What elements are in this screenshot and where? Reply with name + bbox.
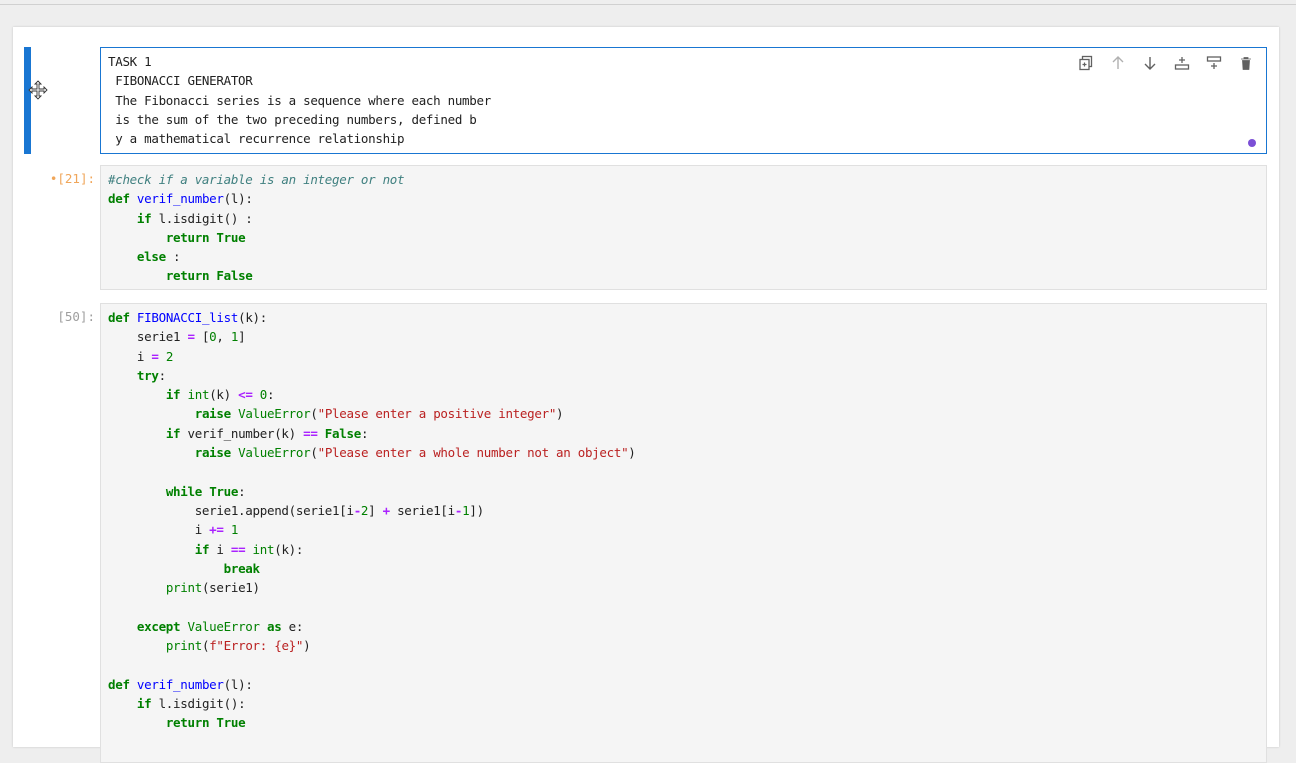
code-editor[interactable]: #check if a variable is an integer or no…: [100, 165, 1267, 290]
code-cell-50[interactable]: [50]: def FIBONACCI_list(k): serie1 = [0…: [13, 303, 1279, 763]
notebook-panel: TASK 1 FIBONACCI GENERATOR The Fibonacci…: [13, 27, 1279, 763]
code-line: return True: [165, 229, 246, 245]
code-line: if int(k) <= 0:: [165, 387, 275, 403]
code-line: raise ValueError("Please enter a whole n…: [194, 445, 636, 461]
code-line: serie1 = [0, 1]: [108, 329, 246, 345]
code-editor[interactable]: def FIBONACCI_list(k): serie1 = [0, 1] i…: [100, 303, 1267, 763]
move-cursor-icon: [28, 80, 48, 100]
code-source[interactable]: def FIBONACCI_list(k): serie1 = [0, 1] i…: [101, 304, 1266, 735]
code-line: is the sum of the two preceding numbers,…: [108, 111, 477, 127]
code-line: TASK 1: [108, 54, 152, 69]
move-down-icon[interactable]: [1134, 52, 1166, 74]
code-line: FIBONACCI GENERATOR: [108, 73, 253, 89]
code-line: i = 2: [108, 348, 174, 364]
code-line: def FIBONACCI_list(k):: [108, 310, 267, 325]
delete-icon[interactable]: [1230, 52, 1262, 74]
top-divider: [0, 4, 1296, 5]
cell-toolbar: [1070, 52, 1262, 74]
execution-prompt: •[21]:: [49, 171, 95, 186]
markdown-cell[interactable]: TASK 1 FIBONACCI GENERATOR The Fibonacci…: [13, 47, 1279, 154]
code-line: if i == int(k):: [194, 541, 304, 557]
execution-prompt: [50]:: [57, 309, 95, 324]
code-line: raise ValueError("Please enter a positiv…: [194, 406, 564, 422]
move-up-icon[interactable]: [1102, 52, 1134, 74]
code-line: if verif_number(k) == False:: [165, 425, 369, 441]
code-line: return True: [165, 715, 246, 731]
code-line: def verif_number(l):: [108, 191, 253, 207]
code-line: else :: [136, 249, 181, 265]
insert-above-icon[interactable]: [1166, 52, 1198, 74]
code-line: #check if a variable is an integer or no…: [108, 172, 405, 187]
code-line: break: [223, 560, 260, 576]
markdown-editor[interactable]: TASK 1 FIBONACCI GENERATOR The Fibonacci…: [100, 47, 1267, 154]
duplicate-icon[interactable]: [1070, 52, 1102, 74]
cell-collapser[interactable]: [24, 47, 31, 154]
code-line: y a mathematical recurrence relationship: [108, 131, 405, 147]
code-line: print(serie1): [165, 580, 260, 596]
code-cell-21[interactable]: •[21]: #check if a variable is an intege…: [13, 165, 1279, 290]
insert-below-icon[interactable]: [1198, 52, 1230, 74]
code-line: except ValueError as e:: [136, 618, 304, 634]
code-line: print(f"Error: {e}"): [165, 638, 311, 654]
unsaved-indicator: [1248, 139, 1256, 147]
code-line: try:: [136, 367, 166, 383]
code-line: def verif_number(l):: [108, 676, 253, 692]
code-source[interactable]: #check if a variable is an integer or no…: [101, 166, 1266, 288]
code-line: if l.isdigit():: [136, 695, 246, 711]
code-line: i += 1: [108, 522, 239, 538]
code-line: The Fibonacci series is a sequence where…: [108, 92, 491, 108]
code-line: if l.isdigit() :: [136, 210, 253, 226]
code-line: return False: [165, 268, 253, 284]
code-line: serie1.append(serie1[i-2] + serie1[i-1]): [108, 502, 484, 518]
code-line: while True:: [165, 483, 246, 499]
